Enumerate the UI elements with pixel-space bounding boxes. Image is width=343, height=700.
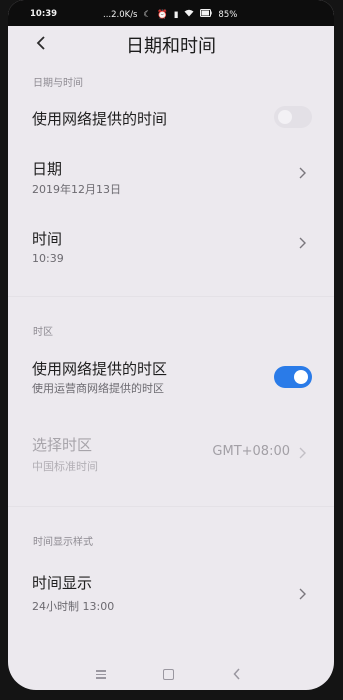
- divider: [8, 506, 334, 507]
- row-value: 10:39: [32, 252, 64, 265]
- nav-back-icon[interactable]: [233, 668, 241, 680]
- navigation-bar: [8, 656, 334, 690]
- status-icons: ...2.0K/s ☾ ⏰ ▮ 85%: [103, 9, 237, 20]
- row-title: 日期: [32, 160, 63, 178]
- network-time-toggle[interactable]: [274, 106, 312, 128]
- chevron-right-icon: [299, 447, 306, 459]
- toggle-knob: [294, 370, 308, 384]
- section-header-timezone: 时区: [33, 327, 53, 338]
- wifi-icon: [184, 9, 194, 20]
- row-value: 2019年12月13日: [32, 183, 121, 196]
- divider: [8, 296, 334, 297]
- chevron-right-icon: [299, 588, 306, 600]
- row-time-display[interactable]: 时间显示 24小时制 13:00: [8, 568, 334, 616]
- row-title: 时间: [32, 230, 63, 248]
- settings-screen: 10:39 ...2.0K/s ☾ ⏰ ▮ 85% 日期和时间 日期与时间 使用…: [8, 0, 334, 690]
- row-use-network-timezone[interactable]: 使用网络提供的时区 使用运营商网络提供的时区: [8, 352, 334, 398]
- battery-icon: [200, 9, 213, 20]
- alarm-icon: ⏰: [157, 9, 168, 20]
- nav-home-icon[interactable]: [163, 669, 174, 680]
- row-date[interactable]: 日期 2019年12月13日: [8, 152, 334, 200]
- net-speed: ...2.0K/s: [103, 9, 138, 20]
- row-subtitle: 使用运营商网络提供的时区: [32, 382, 164, 395]
- signal-icon: ▮: [173, 9, 179, 20]
- row-title: 使用网络提供的时区: [32, 360, 168, 378]
- title-bar: 日期和时间: [8, 26, 334, 62]
- section-header-display-style: 时间显示样式: [33, 537, 93, 548]
- status-time: 10:39: [30, 9, 58, 19]
- row-select-timezone: 选择时区 中国标准时间 GMT+08:00: [8, 430, 334, 478]
- toggle-knob: [278, 110, 292, 124]
- chevron-right-icon: [299, 167, 306, 179]
- page-title: 日期和时间: [126, 36, 216, 57]
- section-header-date-time: 日期与时间: [33, 78, 83, 89]
- chevron-right-icon: [299, 237, 306, 249]
- nav-menu-icon[interactable]: [96, 670, 106, 681]
- status-bar: 10:39 ...2.0K/s ☾ ⏰ ▮ 85%: [8, 0, 334, 26]
- moon-icon: ☾: [143, 9, 152, 20]
- timezone-value: GMT+08:00: [212, 444, 290, 459]
- network-timezone-toggle[interactable]: [274, 366, 312, 388]
- row-value: 24小时制 13:00: [32, 600, 115, 613]
- row-time[interactable]: 时间 10:39: [8, 222, 334, 270]
- battery-percent: 85%: [218, 9, 238, 20]
- row-title: 使用网络提供的时间: [32, 110, 168, 128]
- row-title: 时间显示: [32, 574, 93, 592]
- row-use-network-time[interactable]: 使用网络提供的时间: [8, 100, 334, 140]
- row-title: 选择时区: [32, 436, 93, 454]
- row-subtitle: 中国标准时间: [32, 460, 98, 473]
